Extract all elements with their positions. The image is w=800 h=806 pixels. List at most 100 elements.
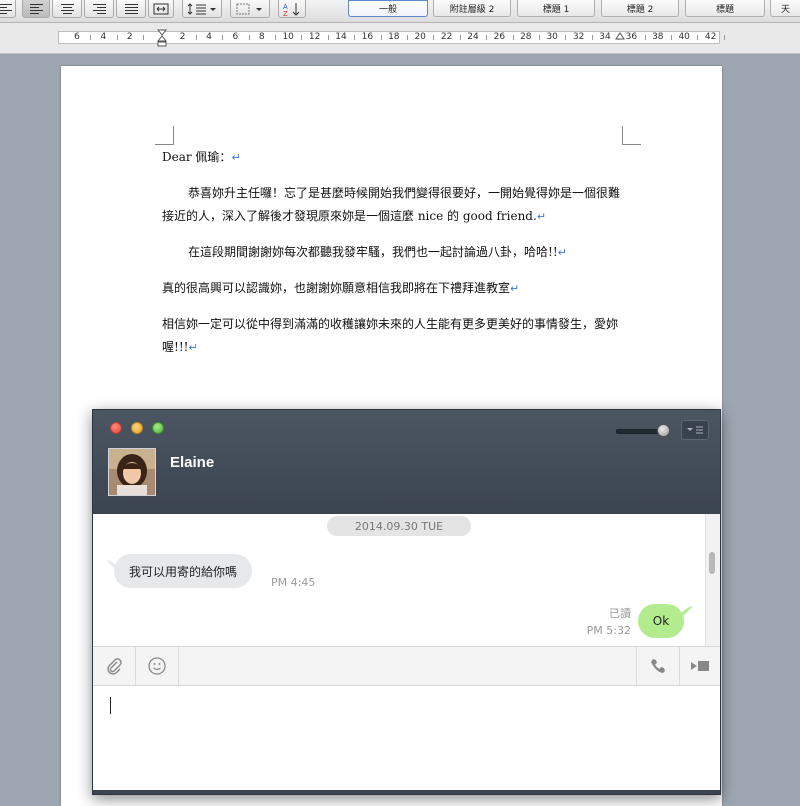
attach-file-button[interactable]	[93, 647, 135, 685]
ruler-number: 8	[258, 32, 265, 42]
date-divider: 2014.09.30 TUE	[327, 516, 471, 536]
emoji-icon	[148, 657, 166, 675]
outgoing-message-time: PM 5:32	[586, 624, 631, 637]
ruler-number: 14	[335, 32, 347, 42]
style-normal-button[interactable]: 一般	[348, 0, 428, 17]
ruler-tick	[195, 35, 197, 40]
ruler-tick	[301, 35, 303, 40]
ruler-number: 32	[572, 32, 585, 42]
ruler-tick	[275, 35, 276, 40]
transparency-slider-knob[interactable]	[657, 424, 670, 437]
paragraph-mark: ↵	[231, 151, 241, 164]
body-paragraph: 恭喜妳升主任囉！忘了是甚麼時候開始我們變得很要好，一開始覺得妳是一個很難接近的人…	[162, 182, 624, 228]
justify-icon	[124, 3, 138, 14]
chat-toolbar	[93, 646, 720, 686]
style-title-button[interactable]: 標題	[685, 0, 765, 17]
chat-window[interactable]: Elaine 2014.09.30 TUE 我可以用寄的給你嗎 PM 4:45 …	[92, 409, 721, 795]
line-spacing-button[interactable]	[182, 0, 222, 18]
ruler-tick	[512, 35, 514, 40]
ruler-tick	[565, 35, 567, 40]
chat-bottom-border	[93, 790, 720, 794]
indent-marker-icon[interactable]	[157, 29, 167, 47]
message-list[interactable]: 2014.09.30 TUE 我可以用寄的給你嗎 PM 4:45 已讀 PM 5…	[93, 514, 720, 646]
align-center-icon	[60, 3, 74, 14]
greeting-paragraph: Dear 佩瑜：↵	[162, 146, 624, 169]
video-call-button[interactable]	[680, 647, 720, 685]
align-left-icon	[0, 3, 12, 14]
text-caret	[110, 697, 111, 714]
document-body[interactable]: Dear 佩瑜：↵ 恭喜妳升主任囉！忘了是甚麼時候開始我們變得很要好，一開始覺得…	[162, 146, 624, 372]
ruler-tick	[222, 35, 224, 40]
ruler-tick	[671, 35, 672, 40]
ruler-number: 26	[493, 32, 506, 42]
paragraph-text: 恭喜妳升主任囉！忘了是甚麼時候開始我們變得很要好，一開始覺得妳是一個很難接近的人…	[162, 186, 621, 223]
ruler-tick	[90, 35, 92, 40]
close-window-button[interactable]	[110, 422, 122, 434]
formatting-toolbar: AZ 一般 附註層級 2 標題 1 標題 2 標題 天	[0, 0, 800, 23]
paperclip-icon	[107, 658, 122, 675]
ruler-number: 10	[282, 32, 294, 42]
ruler-number: 18	[388, 32, 400, 42]
align-center-button[interactable]	[52, 0, 82, 18]
video-call-icon	[691, 661, 709, 671]
ruler-number: 38	[652, 32, 664, 42]
contact-avatar[interactable]	[108, 448, 156, 496]
paragraph-text: 在這段期間謝謝妳每次都聽我發牢騷，我們也一起討論過八卦，哈哈!!	[188, 245, 558, 259]
right-indent-marker-icon[interactable]	[615, 32, 625, 40]
ruler-tick	[591, 35, 593, 40]
zoom-window-button[interactable]	[152, 422, 164, 434]
ruler-number: 34	[599, 32, 611, 42]
ruler-number: 30	[546, 32, 558, 42]
ruler-number: 22	[440, 32, 453, 42]
borders-button[interactable]	[230, 0, 270, 18]
paragraph-mark: ↵	[536, 210, 547, 223]
ruler-tick	[407, 35, 408, 40]
align-left-button[interactable]	[0, 0, 16, 18]
message-input[interactable]	[93, 686, 720, 790]
minimize-window-button[interactable]	[131, 422, 143, 434]
voice-call-button[interactable]	[637, 647, 679, 685]
outgoing-message-bubble[interactable]: Ok	[638, 604, 684, 638]
emoji-button[interactable]	[136, 647, 178, 685]
message-scrollbar[interactable]	[705, 514, 720, 646]
distributed-button[interactable]	[148, 0, 174, 18]
paragraph-mark: ↵	[510, 282, 520, 295]
paragraph-text: 真的很高興可以認識妳，也謝謝妳願意相信我即將在下禮拜進教室	[162, 281, 511, 295]
chat-header: Elaine	[93, 410, 720, 514]
ruler-tick	[143, 35, 144, 40]
style-note-level-2-button[interactable]: 附註層級 2	[433, 0, 511, 17]
distribute-icon	[153, 3, 169, 14]
menu-icon	[687, 426, 703, 434]
sort-icon: AZ	[283, 2, 300, 17]
ruler-number: 42	[704, 32, 717, 42]
align-left-icon	[29, 3, 43, 14]
align-right-button[interactable]	[84, 0, 114, 18]
message-scrollbar-thumb[interactable]	[709, 552, 715, 574]
paragraph-mark: ↵	[188, 341, 198, 354]
ruler-tick	[459, 35, 461, 40]
horizontal-ruler[interactable]: 6 4 2 2 4 6 8 10 12 14 16 18 20 22 24 26 28 30 32 34 36 38 40 4…	[0, 23, 800, 54]
ruler-tick	[327, 35, 329, 40]
chat-menu-button[interactable]	[681, 420, 709, 440]
align-right-icon	[92, 3, 106, 14]
ruler-tick	[380, 35, 382, 40]
align-left-active-button[interactable]	[22, 0, 50, 18]
paragraph-mark: ↵	[557, 246, 567, 259]
toolbar-divider	[178, 647, 179, 685]
style-overflow-button[interactable]: 天	[770, 0, 800, 17]
ruler-number: 12	[308, 32, 321, 42]
style-heading-2-button[interactable]: 標題 2	[601, 0, 679, 17]
style-heading-1-button[interactable]: 標題 1	[517, 0, 595, 17]
incoming-message-bubble[interactable]: 我可以用寄的給你嗎	[114, 554, 253, 588]
ruler-number: 2	[126, 32, 133, 42]
ruler-number: 36	[625, 32, 638, 42]
ruler-number: 24	[467, 32, 479, 42]
sort-button[interactable]: AZ	[278, 0, 306, 18]
ruler-number: 4	[100, 32, 107, 42]
ruler-number: 4	[206, 32, 212, 42]
ruler-tick	[433, 35, 435, 40]
ruler-tick	[723, 35, 725, 40]
paragraph-text: 相信妳一定可以從中得到滿滿的收穫讓妳未來的人生能有更多更美好的事情發生，愛妳喔!…	[162, 317, 619, 354]
justify-button[interactable]	[116, 0, 146, 18]
ruler-tick	[539, 35, 540, 40]
